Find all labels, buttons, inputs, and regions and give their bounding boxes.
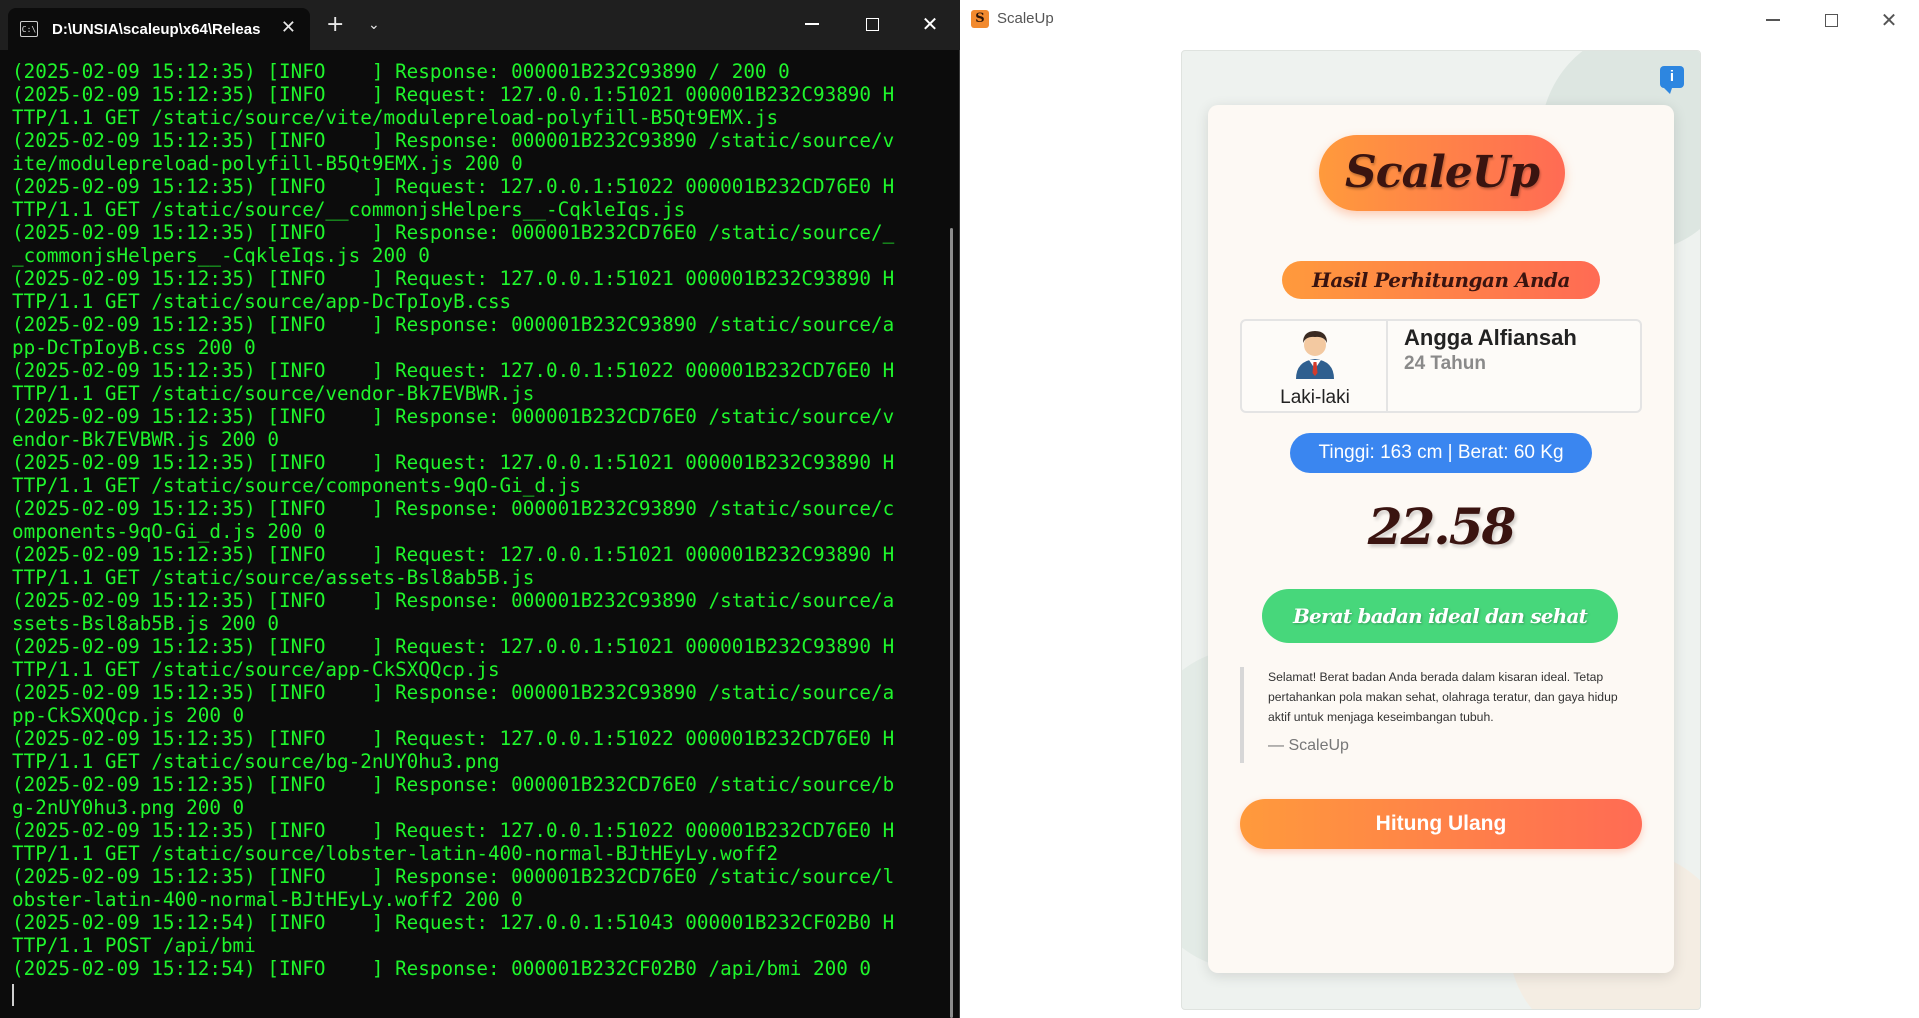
bmi-value: 22.58 xyxy=(1367,497,1517,556)
maximize-icon[interactable] xyxy=(860,12,884,36)
result-title: Hasil Perhitungan Anda xyxy=(1282,261,1600,299)
terminal-tab-title: D:\UNSIA\scaleup\x64\Releas xyxy=(52,20,261,38)
terminal-line: (2025-02-09 15:12:35) [INFO ] Request: 1… xyxy=(12,451,895,474)
terminal-line: (2025-02-09 15:12:35) [INFO ] Response: … xyxy=(12,681,895,704)
minimize-icon[interactable] xyxy=(800,12,824,36)
app-window-title: ScaleUp xyxy=(997,10,1054,27)
advice-author: — ScaleUp xyxy=(1268,737,1349,754)
maximize-icon[interactable] xyxy=(1819,8,1843,32)
terminal-line: TTP/1.1 GET /static/source/bg-2nUY0hu3.p… xyxy=(12,750,500,773)
terminal-line: (2025-02-09 15:12:35) [INFO ] Request: 1… xyxy=(12,83,895,106)
terminal-line: TTP/1.1 GET /static/source/vite/modulepr… xyxy=(12,106,779,129)
terminal-line: TTP/1.1 GET /static/source/lobster-latin… xyxy=(12,842,779,865)
scaleup-window: S ScaleUp ✕ i ScaleUp Hasil Perhitungan … xyxy=(961,0,1919,1018)
app-titlebar: S ScaleUp ✕ xyxy=(961,0,1919,40)
terminal-line: pp-DcTpIoyB.css 200 0 xyxy=(12,336,256,359)
terminal-line: TTP/1.1 GET /static/source/app-CkSXQQcp.… xyxy=(12,658,500,681)
terminal-line: TTP/1.1 GET /static/source/components-9q… xyxy=(12,474,581,497)
profile-box: Laki-laki Angga Alfiansah 24 Tahun xyxy=(1240,319,1642,413)
terminal-window: C:\ D:\UNSIA\scaleup\x64\Releas ✕ + ⌄ ✕ … xyxy=(0,0,960,1018)
gender-label: Laki-laki xyxy=(1280,387,1350,408)
profile-avatar-section: Laki-laki xyxy=(1242,321,1388,411)
result-card: ScaleUp Hasil Perhitungan Anda Laki-laki… xyxy=(1208,105,1674,973)
bmi-status-badge: Berat badan ideal dan sehat xyxy=(1262,589,1618,643)
advice-quote: Selamat! Berat badan Anda berada dalam k… xyxy=(1240,667,1642,763)
close-icon[interactable]: ✕ xyxy=(281,18,296,38)
terminal-line: (2025-02-09 15:12:35) [INFO ] Request: 1… xyxy=(12,727,895,750)
terminal-line: TTP/1.1 GET /static/source/vendor-Bk7EVB… xyxy=(12,382,535,405)
terminal-line: (2025-02-09 15:12:35) [INFO ] Request: 1… xyxy=(12,175,895,198)
brand-logo: ScaleUp xyxy=(1319,135,1565,211)
terminal-line: _commonjsHelpers__-CqkleIqs.js 200 0 xyxy=(12,244,430,267)
terminal-line: obster-latin-400-normal-BJtHEyLy.woff2 2… xyxy=(12,888,523,911)
avatar-icon xyxy=(1296,331,1334,379)
terminal-line: (2025-02-09 15:12:35) [INFO ] Request: 1… xyxy=(12,267,895,290)
terminal-output[interactable]: (2025-02-09 15:12:35) [INFO ] Response: … xyxy=(12,60,952,1008)
terminal-line: (2025-02-09 15:12:35) [INFO ] Response: … xyxy=(12,313,895,336)
terminal-line: (2025-02-09 15:12:35) [INFO ] Response: … xyxy=(12,405,895,428)
terminal-line: (2025-02-09 15:12:35) [INFO ] Response: … xyxy=(12,773,895,796)
terminal-scrollbar[interactable] xyxy=(950,228,953,1018)
terminal-line: (2025-02-09 15:12:54) [INFO ] Request: 1… xyxy=(12,911,895,934)
terminal-line: (2025-02-09 15:12:54) [INFO ] Response: … xyxy=(12,957,872,980)
terminal-line: ssets-Bsl8ab5B.js 200 0 xyxy=(12,612,279,635)
terminal-line: ite/modulepreload-polyfill-B5Qt9EMX.js 2… xyxy=(12,152,523,175)
terminal-line: pp-CkSXQQcp.js 200 0 xyxy=(12,704,245,727)
terminal-line: (2025-02-09 15:12:35) [INFO ] Request: 1… xyxy=(12,819,895,842)
minimize-icon[interactable] xyxy=(1761,8,1785,32)
terminal-line: TTP/1.1 GET /static/source/assets-Bsl8ab… xyxy=(12,566,535,589)
advice-text: Selamat! Berat badan Anda berada dalam k… xyxy=(1268,670,1618,724)
terminal-line: endor-Bk7EVBWR.js 200 0 xyxy=(12,428,279,451)
app-content-frame: i ScaleUp Hasil Perhitungan Anda Laki-la… xyxy=(1181,50,1701,1010)
terminal-line: (2025-02-09 15:12:35) [INFO ] Response: … xyxy=(12,60,790,83)
terminal-cursor xyxy=(12,984,14,1006)
terminal-line: (2025-02-09 15:12:35) [INFO ] Request: 1… xyxy=(12,359,895,382)
terminal-line: (2025-02-09 15:12:35) [INFO ] Request: 1… xyxy=(12,635,895,658)
terminal-line: (2025-02-09 15:12:35) [INFO ] Response: … xyxy=(12,589,895,612)
close-window-icon[interactable]: ✕ xyxy=(918,12,942,36)
terminal-titlebar: C:\ D:\UNSIA\scaleup\x64\Releas ✕ + ⌄ ✕ xyxy=(0,0,960,50)
close-window-icon[interactable]: ✕ xyxy=(1877,8,1901,32)
terminal-line: (2025-02-09 15:12:35) [INFO ] Response: … xyxy=(12,497,895,520)
terminal-line: (2025-02-09 15:12:35) [INFO ] Request: 1… xyxy=(12,543,895,566)
app-logo-icon: S xyxy=(971,10,989,28)
plus-icon[interactable]: + xyxy=(326,14,344,36)
user-name: Angga Alfiansah xyxy=(1404,325,1577,350)
terminal-line: TTP/1.1 GET /static/source/app-DcTpIoyB.… xyxy=(12,290,512,313)
chevron-down-icon[interactable]: ⌄ xyxy=(368,16,380,34)
terminal-line: TTP/1.1 POST /api/bmi xyxy=(12,934,256,957)
user-age: 24 Tahun xyxy=(1404,353,1486,374)
terminal-line: (2025-02-09 15:12:35) [INFO ] Response: … xyxy=(12,129,895,152)
recalculate-button[interactable]: Hitung Ulang xyxy=(1240,799,1642,849)
terminal-tab[interactable]: C:\ D:\UNSIA\scaleup\x64\Releas ✕ xyxy=(8,8,310,50)
terminal-line: (2025-02-09 15:12:35) [INFO ] Response: … xyxy=(12,221,895,244)
info-icon[interactable]: i xyxy=(1660,66,1684,94)
terminal-line: g-2nUY0hu3.png 200 0 xyxy=(12,796,245,819)
height-weight-badge: Tinggi: 163 cm | Berat: 60 Kg xyxy=(1290,433,1592,473)
cmd-icon: C:\ xyxy=(20,21,38,37)
terminal-line: omponents-9qO-Gi_d.js 200 0 xyxy=(12,520,326,543)
terminal-line: (2025-02-09 15:12:35) [INFO ] Response: … xyxy=(12,865,895,888)
terminal-line: TTP/1.1 GET /static/source/__commonjsHel… xyxy=(12,198,686,221)
